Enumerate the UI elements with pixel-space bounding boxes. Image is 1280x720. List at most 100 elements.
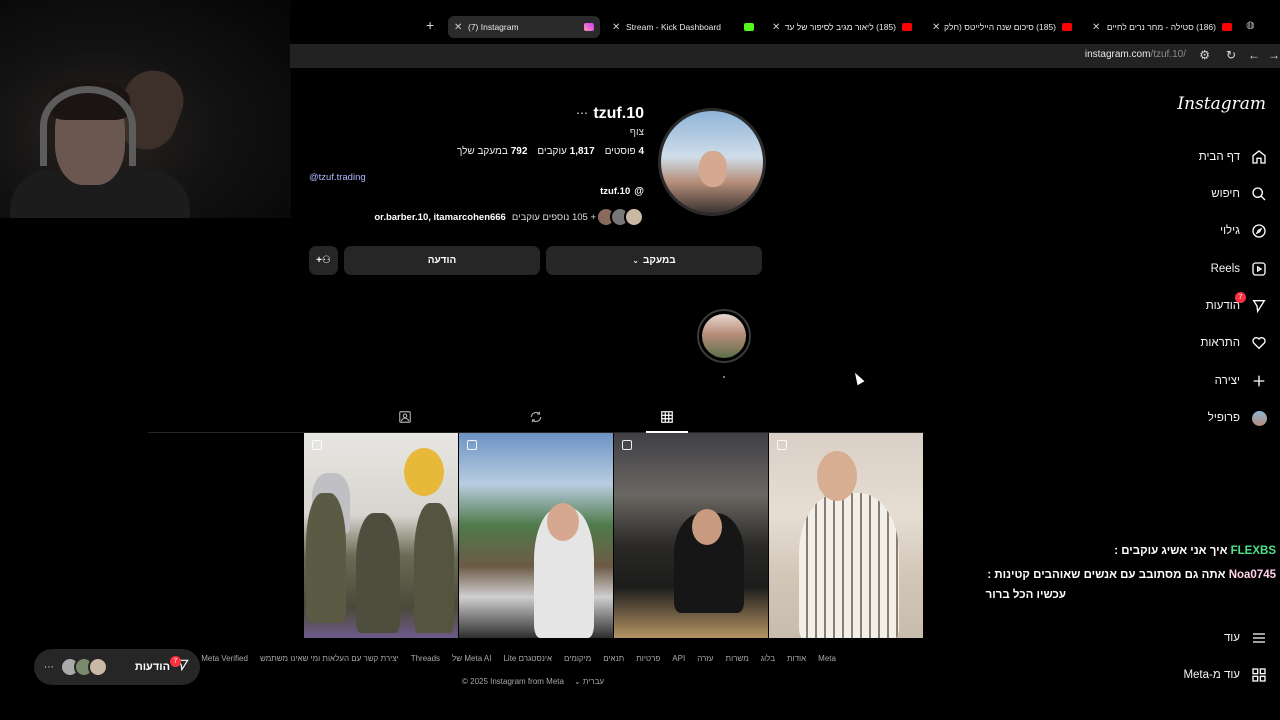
profile-bio-link[interactable]: @tzuf.trading: [309, 172, 366, 183]
close-tab-icon[interactable]: ✕: [454, 22, 462, 33]
close-tab-icon[interactable]: ✕: [772, 22, 780, 33]
grid-icon: [661, 411, 673, 423]
nav-home[interactable]: דף הבית: [1199, 148, 1268, 166]
site-settings-icon[interactable]: ⚙: [1199, 48, 1210, 62]
profile-avatar[interactable]: [658, 108, 766, 216]
back-icon[interactable]: ←: [1248, 48, 1260, 62]
tab-kick[interactable]: ✕ Stream - Kick Dashboard: [608, 16, 758, 38]
person-face: [817, 451, 857, 501]
messages-badge: 7: [1235, 292, 1246, 303]
nav-meta-more[interactable]: עוד מ-Meta: [1183, 666, 1268, 684]
home-icon: [1250, 148, 1268, 166]
threads-badge[interactable]: @ tzuf.10: [600, 186, 644, 197]
mouse-cursor: [851, 370, 865, 386]
chat-message: Noa0745 אתה גם מסתובב עם אנשים שאוהבים ק…: [987, 569, 1276, 581]
chat-text: עכשיו הכל ברור: [985, 589, 1066, 601]
nav-messages[interactable]: 7 הודעות: [1205, 292, 1268, 315]
suggest-user-button[interactable]: +⚇: [309, 246, 338, 275]
add-user-icon: +⚇: [316, 255, 331, 266]
messenger-icon: [1250, 297, 1268, 315]
nav-reels[interactable]: Reels: [1211, 260, 1268, 278]
followed-by[interactable]: + 105 נוספים עוקבים or.barber.10, itamar…: [374, 207, 644, 227]
tab-posts[interactable]: [659, 409, 675, 425]
forward-icon[interactable]: →: [1268, 48, 1280, 62]
close-tab-icon[interactable]: ✕: [1092, 22, 1100, 33]
close-tab-icon[interactable]: ✕: [612, 22, 620, 33]
highlight-cover: [702, 314, 746, 358]
new-tab-button[interactable]: +: [426, 17, 434, 33]
footer-link[interactable]: יצירת קשר עם העלאות ומי שאינו משתמש: [260, 654, 399, 663]
address-bar[interactable]: instagram.com/tzuf.10/ ⚙ ↻ ← →: [290, 44, 1280, 68]
search-icon: [1250, 185, 1268, 203]
url-field[interactable]: instagram.com/tzuf.10/: [1085, 49, 1186, 60]
footer-link[interactable]: אינסטגרם Lite: [503, 654, 552, 663]
highlight-label: [723, 376, 725, 378]
footer-link[interactable]: Threads: [411, 654, 440, 663]
nav-create[interactable]: יצירה: [1215, 372, 1268, 390]
close-tab-icon[interactable]: ✕: [932, 22, 940, 33]
followed-by-names: or.barber.10, itamarcohen666: [374, 211, 506, 223]
following-button[interactable]: ⌄ במעקב: [546, 246, 762, 275]
carousel-icon: [467, 440, 477, 450]
followers-stat[interactable]: 1,817 עוקבים: [537, 146, 594, 157]
footer-link[interactable]: בלוג: [761, 654, 775, 663]
instagram-logo[interactable]: Instagram: [1177, 94, 1266, 114]
cartoon-bear: [404, 448, 444, 496]
tab-title: (185) סיכום שנה היילייטס (חלק: [944, 22, 1056, 32]
nav-search-label: חיפוש: [1211, 188, 1240, 200]
language-select[interactable]: ⌄ עברית: [574, 677, 604, 686]
nav-messages-label: הודעות: [1205, 300, 1240, 312]
chat-message: עכשיו הכל ברור: [986, 589, 1066, 601]
post-thumbnail[interactable]: [304, 433, 458, 638]
footer-link[interactable]: Meta: [818, 654, 836, 663]
post-thumbnail[interactable]: [769, 433, 923, 638]
person-figure: [356, 513, 400, 633]
tab-title: (7) Instagram: [468, 22, 519, 32]
footer-bottom: © 2025 Instagram from Meta ⌄ עברית: [462, 677, 604, 686]
plus-icon: [1250, 372, 1268, 390]
following-stat[interactable]: 792 במעקב שלך: [457, 146, 527, 157]
tab-youtube-2[interactable]: ✕ (185) סיכום שנה היילייטס (חלק: [928, 16, 1078, 38]
more-options-icon[interactable]: ⋯: [576, 106, 588, 120]
followed-by-rest: + 105 נוספים עוקבים: [511, 211, 596, 223]
nav-search[interactable]: חיפוש: [1211, 185, 1268, 203]
tab-youtube-3[interactable]: ✕ (186) סטילה - מחר נרים לחיים: [1088, 16, 1238, 38]
footer-link[interactable]: תנאים: [603, 654, 624, 663]
globe-icon: ◍: [1246, 20, 1255, 31]
footer-link[interactable]: Meta AI של: [452, 654, 491, 663]
nav-explore[interactable]: גילוי: [1220, 222, 1268, 240]
footer-link[interactable]: אודות: [787, 654, 806, 663]
tab-title: (185) ליאור מגיב לסיפור של עד: [784, 22, 896, 32]
copyright: © 2025 Instagram from Meta: [462, 677, 564, 686]
footer-link[interactable]: עזרה: [697, 654, 713, 663]
tab-tagged[interactable]: [397, 409, 413, 425]
message-button[interactable]: הודעה: [344, 246, 540, 275]
chat-username: FLEXBS: [1230, 545, 1276, 557]
person-face: [547, 503, 579, 541]
tab-instagram[interactable]: ✕ (7) Instagram: [448, 16, 600, 38]
compass-icon: [1250, 222, 1268, 240]
footer-link[interactable]: מיקומים: [564, 654, 591, 663]
footer-link[interactable]: API: [672, 654, 685, 663]
footer-link[interactable]: פרטיות: [636, 654, 660, 663]
post-thumbnail[interactable]: [459, 433, 613, 638]
nav-profile[interactable]: פרופיל: [1208, 409, 1268, 427]
repost-icon: [530, 411, 542, 423]
tab-reposts[interactable]: [528, 409, 544, 425]
tab-youtube-1[interactable]: ✕ (185) ליאור מגיב לסיפור של עד: [768, 16, 918, 38]
messages-pill[interactable]: ⋯ הודעות 7: [34, 649, 200, 685]
youtube-favicon-icon: [902, 23, 912, 31]
nav-notifications[interactable]: התראות: [1200, 334, 1268, 352]
footer-link[interactable]: משרות: [726, 654, 749, 663]
grid-squares-icon: [1250, 666, 1268, 684]
chat-username: Noa0745: [1228, 569, 1276, 581]
footer-link[interactable]: Meta Verified: [201, 654, 248, 663]
nav-home-label: דף הבית: [1198, 151, 1240, 163]
reload-icon[interactable]: ↻: [1226, 48, 1236, 62]
messages-pill-label: הודעות: [134, 661, 170, 673]
tab-title: (186) סטילה - מחר נרים לחיים: [1106, 22, 1216, 32]
story-highlight[interactable]: [697, 309, 751, 363]
post-thumbnail[interactable]: [614, 433, 768, 638]
nav-more[interactable]: עוד: [1224, 629, 1268, 647]
chevron-down-icon: ⌄: [632, 256, 639, 265]
